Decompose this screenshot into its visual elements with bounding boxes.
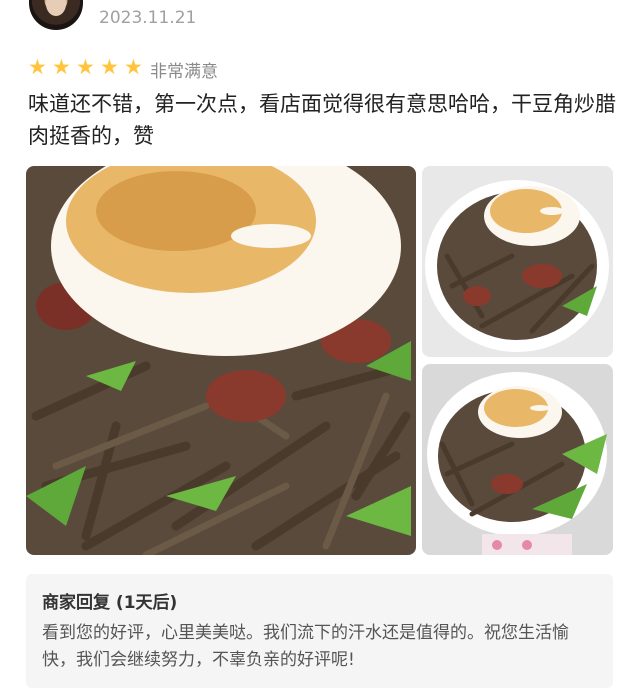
rating-label: 非常满意	[150, 62, 218, 82]
food-photo-image	[422, 364, 613, 555]
star-icon: ★	[28, 55, 47, 79]
merchant-reply-text: 看到您的好评，心里美美哒。我们流下的汗水还是值得的。祝您生活愉快，我们会继续努力…	[42, 623, 569, 670]
star-icon: ★	[124, 55, 143, 79]
merchant-reply-title: 商家回复 (1天后)	[42, 593, 178, 613]
food-photo-image	[26, 166, 416, 555]
star-icon: ★	[52, 55, 71, 79]
review-photo-2[interactable]	[422, 166, 613, 357]
review-date: 2023.11.21	[99, 8, 197, 28]
star-icon: ★	[76, 55, 95, 79]
star-icon: ★	[100, 55, 119, 79]
review-text: 味道还不错，第一次点，看店面觉得很有意思哈哈，干豆角炒腊肉挺香的，赞	[28, 92, 616, 148]
review-photo-3[interactable]	[422, 364, 613, 555]
review-photo-1[interactable]	[26, 166, 416, 555]
food-photo-image	[422, 166, 613, 357]
rating-stars: ★ ★ ★ ★ ★	[28, 57, 145, 78]
merchant-reply: 商家回复 (1天后) 看到您的好评，心里美美哒。我们流下的汗水还是值得的。祝您生…	[26, 574, 613, 688]
user-avatar[interactable]	[29, 0, 83, 30]
